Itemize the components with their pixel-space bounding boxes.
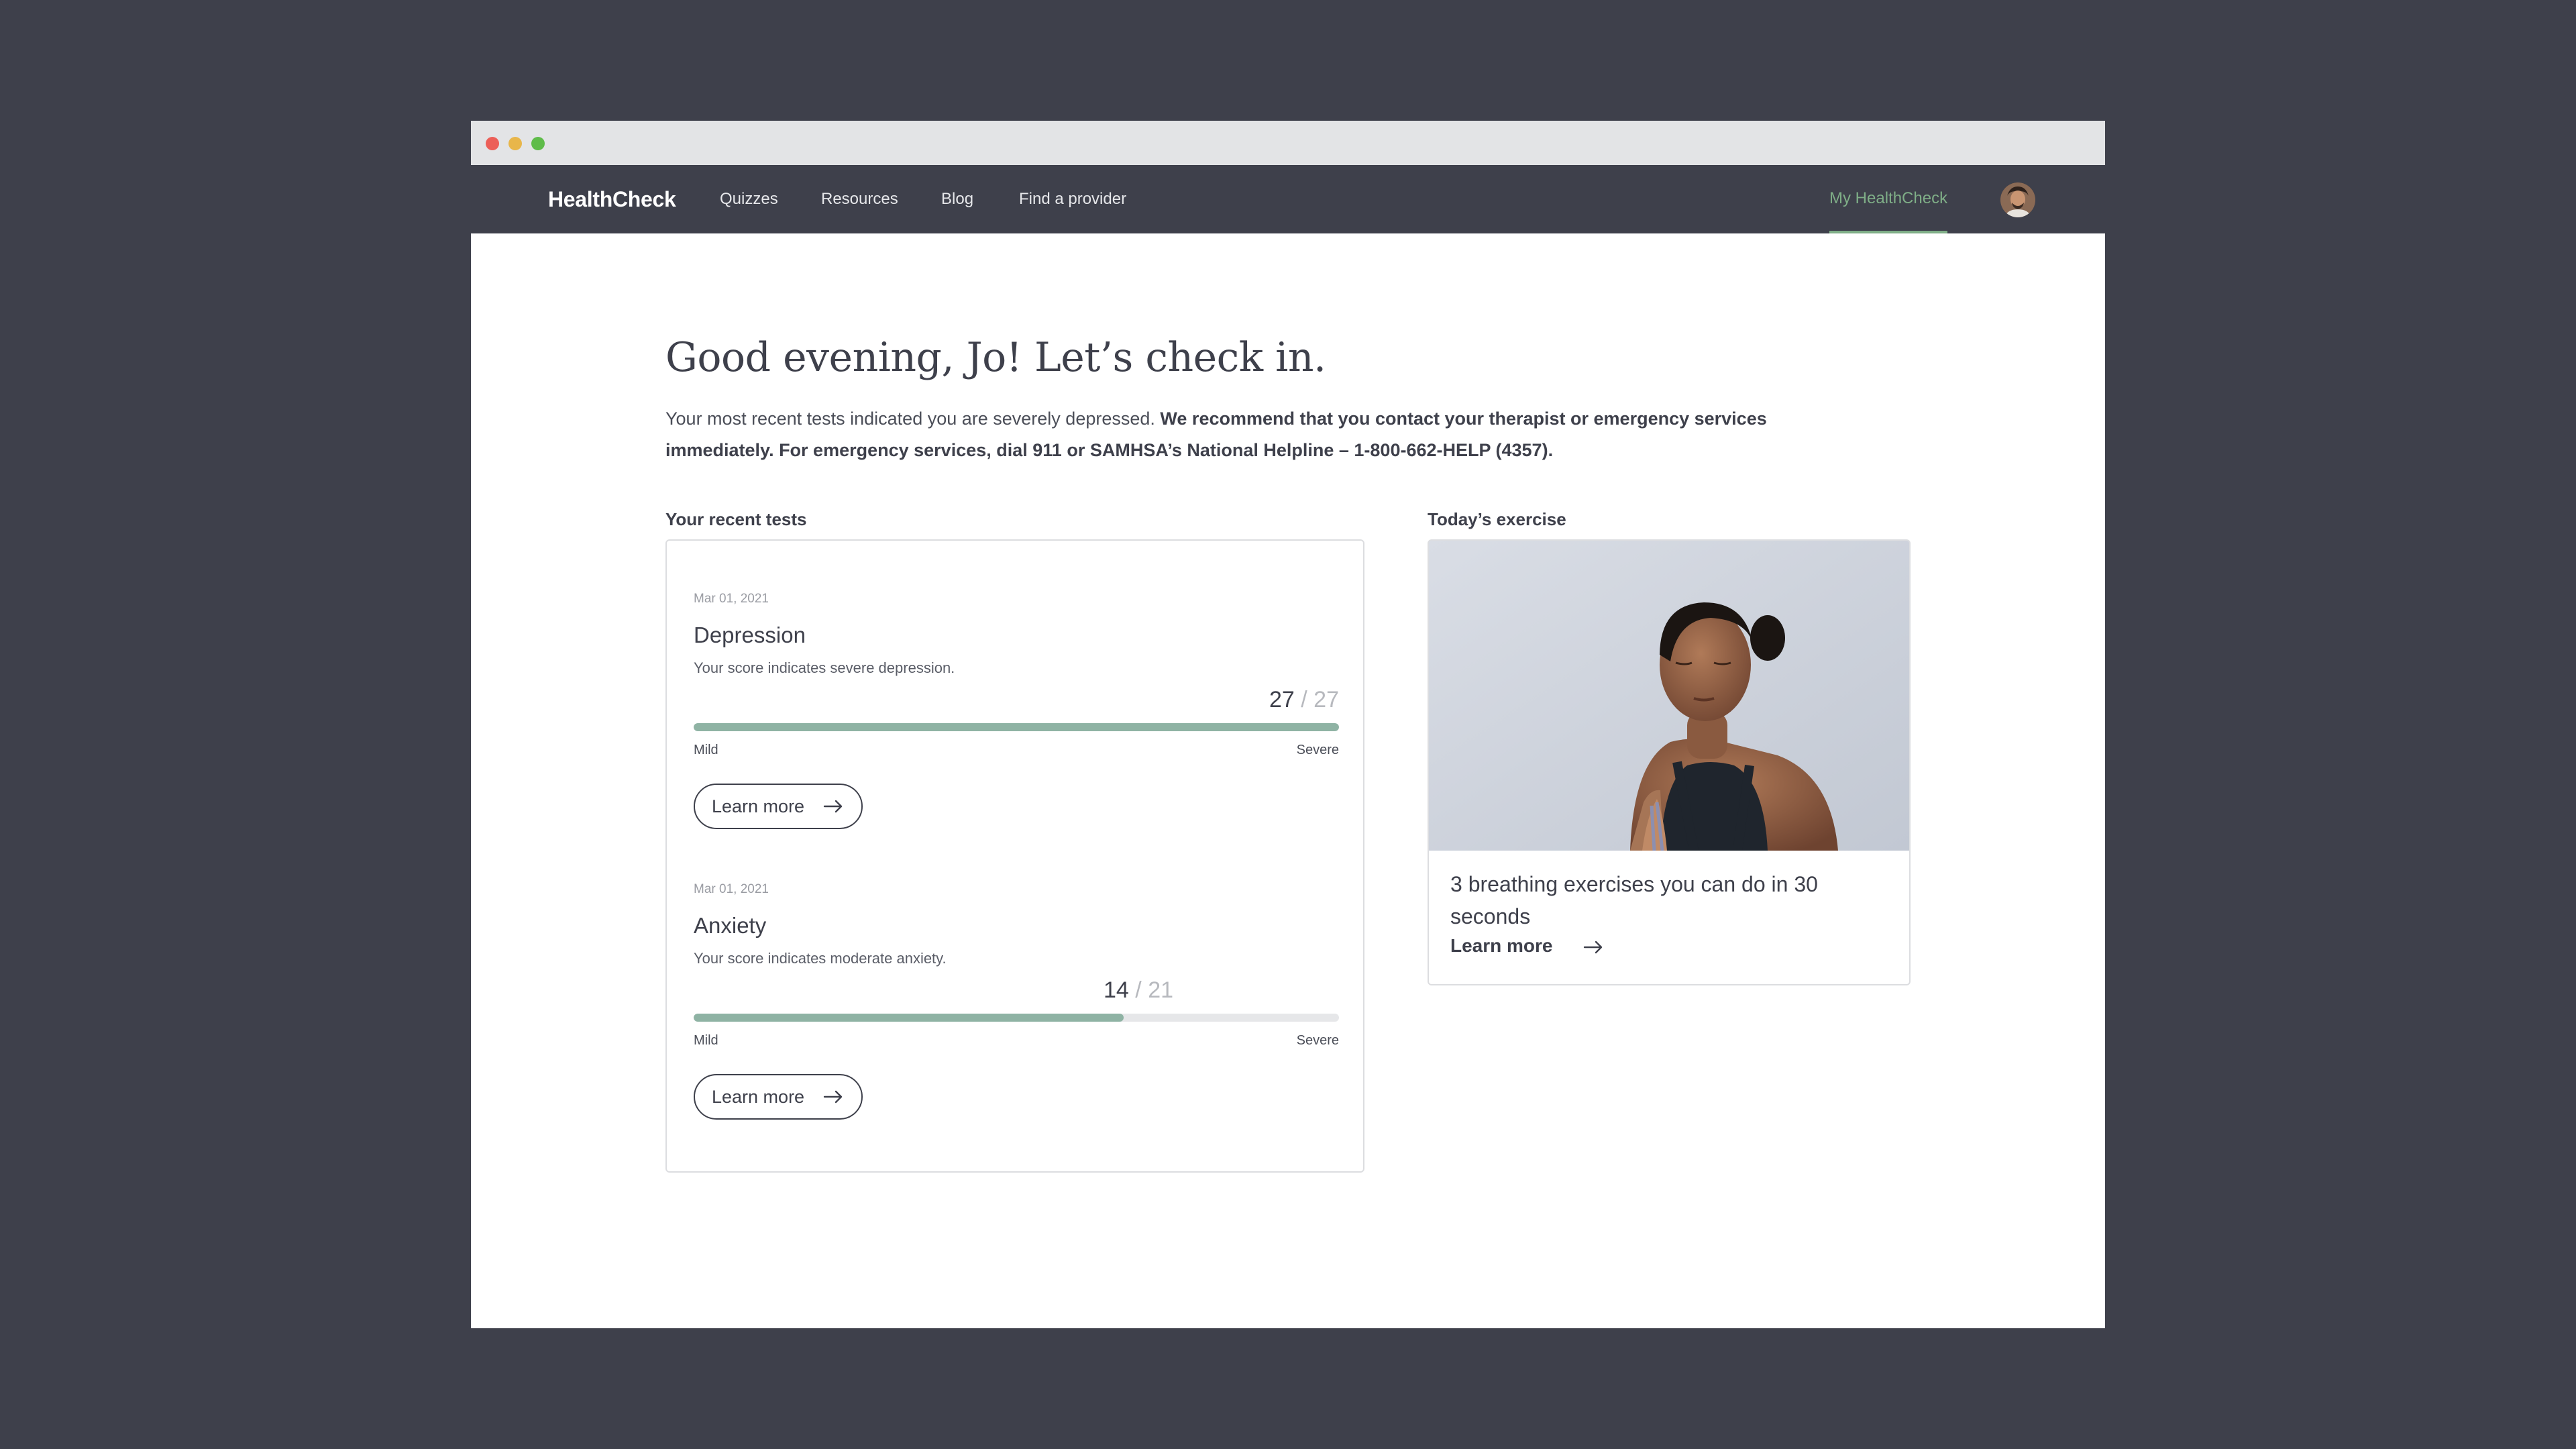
- arrow-right-icon: [1583, 941, 1603, 954]
- exercise-card[interactable]: 3 breathing exercises you can do in 30 s…: [1428, 539, 1911, 985]
- brand-logo[interactable]: HealthCheck: [548, 165, 676, 233]
- nav-link-resources[interactable]: Resources: [821, 165, 898, 233]
- window-titlebar: [471, 121, 2105, 165]
- learn-more-label: Learn more: [712, 1087, 805, 1107]
- exercise-heading: Today’s exercise: [1428, 509, 1566, 529]
- test-date: Mar 01, 2021: [694, 882, 769, 896]
- nav-link-find-provider[interactable]: Find a provider: [1019, 165, 1126, 233]
- score-bar-fill: [694, 1014, 1124, 1022]
- arrow-right-icon: [823, 1090, 843, 1104]
- test-date: Mar 01, 2021: [694, 592, 769, 606]
- arrow-right-icon: [823, 800, 843, 813]
- minimize-window-button[interactable]: [508, 137, 522, 150]
- page-title: Good evening, Jo! Let’s check in.: [665, 334, 1326, 381]
- test-name: Depression: [694, 623, 806, 647]
- nav-link-blog[interactable]: Blog: [941, 165, 973, 233]
- test-score: 14 / 21: [1104, 977, 1173, 1004]
- learn-more-button[interactable]: Learn more: [694, 784, 863, 829]
- exercise-learn-more-label: Learn more: [1450, 935, 1553, 956]
- exercise-title: 3 breathing exercises you can do in 30 s…: [1450, 872, 1818, 928]
- close-window-button[interactable]: [486, 137, 499, 150]
- scale-max-label: Severe: [1296, 1033, 1339, 1048]
- score-value: 14: [1104, 977, 1129, 1003]
- alert-message-text: Your most recent tests indicated you are…: [665, 409, 1155, 429]
- scale-min-label: Mild: [694, 1033, 718, 1048]
- score-separator: /: [1301, 687, 1307, 712]
- test-description: Your score indicates moderate anxiety.: [694, 950, 947, 967]
- score-max: 21: [1148, 977, 1174, 1003]
- main-content: Good evening, Jo! Let’s check in. Your m…: [471, 233, 2105, 1328]
- exercise-photo: [1429, 541, 1909, 851]
- scale-max-label: Severe: [1296, 743, 1339, 757]
- learn-more-label: Learn more: [712, 796, 805, 816]
- nav-link-quizzes[interactable]: Quizzes: [720, 165, 778, 233]
- test-result-anxiety: Mar 01, 2021 Anxiety Your score indicate…: [694, 882, 1339, 1164]
- scale-min-label: Mild: [694, 743, 718, 757]
- recent-tests-card: Mar 01, 2021 Depression Your score indic…: [665, 539, 1364, 1173]
- woman-meditating-image: [1429, 541, 1909, 851]
- score-separator: /: [1135, 977, 1142, 1003]
- score-value: 27: [1269, 687, 1295, 712]
- score-bar: [694, 723, 1339, 731]
- avatar-image: [2000, 182, 2035, 217]
- maximize-window-button[interactable]: [531, 137, 545, 150]
- test-score: 27 / 27: [1269, 687, 1339, 713]
- score-bar-fill: [694, 723, 1339, 731]
- recent-tests-heading: Your recent tests: [665, 509, 807, 529]
- test-description: Your score indicates severe depression.: [694, 659, 955, 676]
- score-bar: [694, 1014, 1339, 1022]
- alert-message: Your most recent tests indicated you are…: [665, 403, 1873, 466]
- test-name: Anxiety: [694, 913, 767, 938]
- exercise-learn-more-link[interactable]: Learn more: [1450, 935, 1603, 957]
- browser-window: HealthCheck Quizzes Resources Blog Find …: [471, 121, 2105, 1328]
- user-avatar[interactable]: [2000, 182, 2035, 217]
- score-max: 27: [1313, 687, 1339, 712]
- learn-more-button[interactable]: Learn more: [694, 1074, 863, 1120]
- top-navigation: HealthCheck Quizzes Resources Blog Find …: [471, 165, 2105, 233]
- nav-link-my-healthcheck[interactable]: My HealthCheck: [1829, 165, 1948, 233]
- test-result-depression: Mar 01, 2021 Depression Your score indic…: [694, 592, 1339, 873]
